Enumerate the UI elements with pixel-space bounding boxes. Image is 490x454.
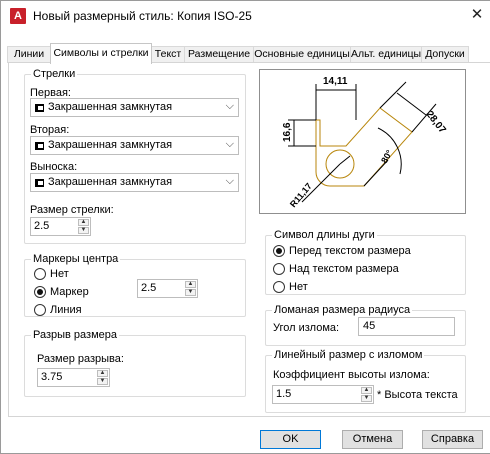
title-bar: A Новый размерный стиль: Копия ISO-25 ✕ xyxy=(1,1,490,31)
linear-jog-group: Линейный размер с изломом xyxy=(265,349,466,413)
chevron-down-icon: ⌵ xyxy=(225,100,234,112)
dialog-window: A Новый размерный стиль: Копия ISO-25 ✕ … xyxy=(0,0,490,454)
second-arrow-label: Вторая: xyxy=(30,124,70,136)
center-marks-group-title: Маркеры центра xyxy=(31,253,121,265)
tab-fit[interactable]: Размещение xyxy=(184,46,254,63)
tab-strip: Линии Символы и стрелки Текст Размещение… xyxy=(7,43,490,64)
radius-jog-group-title: Ломаная размера радиуса xyxy=(272,304,413,316)
second-arrow-select[interactable]: Закрашенная замкнутая ⌵ xyxy=(30,136,239,155)
jog-angle-input[interactable]: 45 xyxy=(358,317,455,336)
jog-height-factor-value: 1.5 xyxy=(276,388,292,400)
break-size-value: 3.75 xyxy=(41,371,63,383)
arrow-size-label: Размер стрелки: xyxy=(30,204,114,216)
autocad-app-icon: A xyxy=(10,8,26,24)
tab-tolerances[interactable]: Допуски xyxy=(421,46,469,63)
window-title: Новый размерный стиль: Копия ISO-25 xyxy=(33,9,252,23)
leader-arrow-label: Выноска: xyxy=(30,161,78,173)
arrowhead-icon xyxy=(35,179,44,187)
first-arrow-value: Закрашенная замкнутая xyxy=(48,101,173,113)
jog-angle-value: 45 xyxy=(363,320,376,332)
chevron-down-icon: ⌵ xyxy=(225,175,234,187)
text-height-suffix-label: * Высота текста xyxy=(377,389,458,401)
tab-alternate-units[interactable]: Альт. единицы xyxy=(350,46,422,63)
spin-up-icon[interactable]: ▲ xyxy=(361,387,372,394)
preview-pane: 14,11 16,6 28,07 80° R11,17 xyxy=(259,69,466,214)
tab-primary-units[interactable]: Основные единицы xyxy=(253,46,351,63)
tab-text[interactable]: Текст xyxy=(151,46,185,63)
tab-lines[interactable]: Линии xyxy=(7,46,51,63)
dimension-break-group: Разрыв размера xyxy=(24,329,246,397)
second-arrow-value: Закрашенная замкнутая xyxy=(48,139,173,151)
close-icon[interactable]: ✕ xyxy=(467,5,487,25)
cancel-button[interactable]: Отмена xyxy=(342,430,403,449)
preview-dim-diagonal: 28,07 xyxy=(424,109,448,136)
leader-arrow-value: Закрашенная замкнутая xyxy=(48,176,173,188)
dimension-break-group-title: Разрыв размера xyxy=(31,329,120,341)
arrowhead-icon xyxy=(35,104,44,112)
jog-angle-label: Угол излома: xyxy=(273,322,340,334)
break-size-stepper[interactable]: 3.75 ▲ ▼ xyxy=(37,368,110,387)
arrowheads-group-title: Стрелки xyxy=(31,68,78,80)
arc-length-symbol-group-title: Символ длины дуги xyxy=(272,229,377,241)
spin-down-icon[interactable]: ▼ xyxy=(97,378,108,385)
break-size-label: Размер разрыва: xyxy=(37,353,124,365)
spin-up-icon[interactable]: ▲ xyxy=(185,281,196,288)
arrow-size-value: 2.5 xyxy=(34,220,50,232)
arrow-size-stepper[interactable]: 2.5 ▲ ▼ xyxy=(30,217,91,236)
jog-height-factor-label: Коэффициент высоты излома: xyxy=(273,369,430,381)
spin-down-icon[interactable]: ▼ xyxy=(361,395,372,402)
dimension-preview-drawing: 14,11 16,6 28,07 80° R11,17 xyxy=(282,76,448,209)
spin-down-icon[interactable]: ▼ xyxy=(185,289,196,296)
spin-up-icon[interactable]: ▲ xyxy=(78,219,89,226)
help-button[interactable]: Справка xyxy=(422,430,483,449)
preview-dim-radius: R11,17 xyxy=(288,181,314,209)
preview-dim-left: 16,6 xyxy=(282,122,293,142)
spin-down-icon[interactable]: ▼ xyxy=(78,227,89,234)
arrowhead-icon xyxy=(35,142,44,150)
preview-dim-top: 14,11 xyxy=(323,76,348,87)
ok-button[interactable]: OK xyxy=(260,430,321,449)
preview-dim-angle: 80° xyxy=(379,148,395,165)
leader-arrow-select[interactable]: Закрашенная замкнутая ⌵ xyxy=(30,173,239,192)
first-arrow-select[interactable]: Закрашенная замкнутая ⌵ xyxy=(30,98,239,117)
center-mark-size-value: 2.5 xyxy=(141,282,157,294)
jog-height-factor-stepper[interactable]: 1.5 ▲ ▼ xyxy=(272,385,374,404)
linear-jog-group-title: Линейный размер с изломом xyxy=(272,349,425,361)
tab-symbols-arrows[interactable]: Символы и стрелки xyxy=(50,43,152,64)
center-mark-size-stepper[interactable]: 2.5 ▲ ▼ xyxy=(137,279,198,298)
spin-up-icon[interactable]: ▲ xyxy=(97,370,108,377)
chevron-down-icon: ⌵ xyxy=(225,138,234,150)
